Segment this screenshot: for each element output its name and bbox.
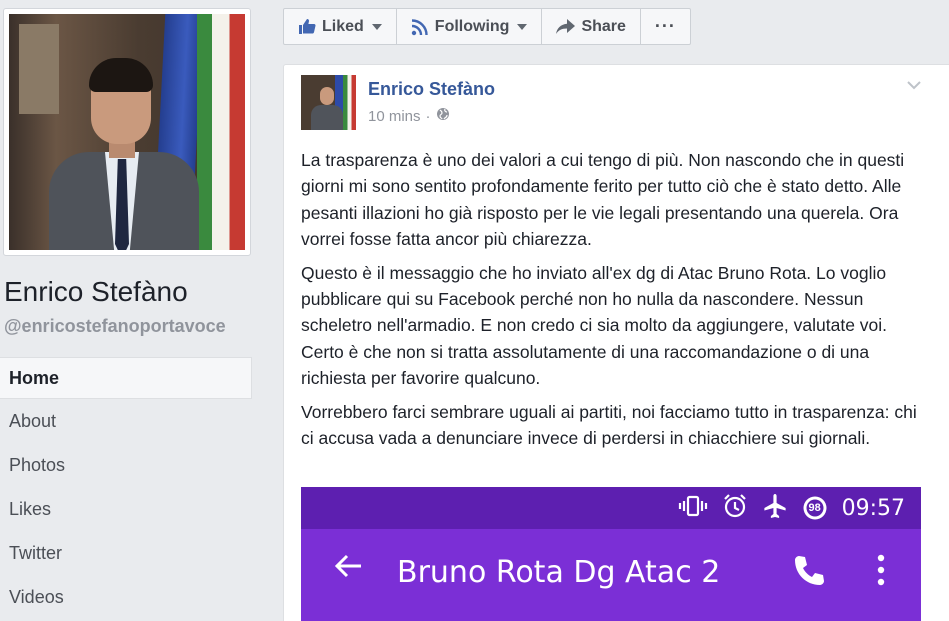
post-card: Enrico Stefàno 10 mins · La trasparenza …	[283, 64, 949, 621]
meta-separator: ·	[425, 107, 431, 125]
phone-icon	[791, 553, 827, 594]
chevron-down-icon	[517, 23, 528, 30]
post-image[interactable]: 98 09:57 Bruno Rota Dg Atac 2	[301, 487, 921, 621]
liked-button[interactable]: Liked	[284, 9, 397, 44]
page-nav: Home About Photos Likes Twitter Videos	[0, 357, 252, 619]
post-paragraph: Questo è il messaggio che ho inviato all…	[301, 262, 888, 389]
chevron-down-icon	[371, 23, 382, 30]
battery-icon: 98	[802, 495, 828, 521]
more-label: ···	[654, 16, 676, 36]
page-handle[interactable]: @enricostefanoportavoce	[4, 316, 226, 337]
post-author-avatar[interactable]	[301, 75, 356, 130]
back-arrow-icon	[333, 551, 363, 586]
following-button[interactable]: Following	[397, 9, 543, 44]
battery-level: 98	[808, 502, 821, 514]
post-paragraph: Vorrebbero farci sembrare uguali ai part…	[301, 401, 917, 449]
following-label: Following	[434, 17, 510, 35]
contact-name: Bruno Rota Dg Atac 2	[397, 555, 721, 590]
airplane-icon	[762, 493, 788, 524]
profile-picture[interactable]	[9, 14, 245, 250]
post-meta: 10 mins ·	[368, 107, 450, 125]
share-label: Share	[581, 17, 626, 35]
alarm-icon	[722, 493, 748, 524]
rss-icon	[411, 18, 429, 36]
thumbs-up-icon	[298, 18, 316, 35]
chevron-down-icon[interactable]	[907, 77, 921, 91]
more-button[interactable]: ···	[641, 9, 690, 44]
nav-item-twitter[interactable]: Twitter	[0, 531, 252, 575]
share-arrow-icon	[556, 18, 576, 35]
nav-item-about[interactable]: About	[0, 399, 252, 443]
nav-item-videos[interactable]: Videos	[0, 575, 252, 619]
nav-item-photos[interactable]: Photos	[0, 443, 252, 487]
phone-app-bar: Bruno Rota Dg Atac 2	[301, 529, 921, 621]
post-body: La trasparenza è uno dei valori a cui te…	[301, 147, 931, 458]
share-button[interactable]: Share	[542, 9, 641, 44]
page-title[interactable]: Enrico Stefàno	[4, 276, 188, 308]
status-time: 09:57	[841, 495, 905, 521]
globe-icon[interactable]	[436, 107, 450, 125]
post-timestamp[interactable]: 10 mins	[368, 108, 421, 125]
profile-picture-frame[interactable]	[3, 8, 251, 256]
phone-status-bar: 98 09:57	[301, 487, 921, 529]
nav-item-likes[interactable]: Likes	[0, 487, 252, 531]
vibrate-icon	[678, 495, 708, 522]
post-paragraph: La trasparenza è uno dei valori a cui te…	[301, 150, 905, 250]
liked-label: Liked	[322, 17, 364, 35]
post-author-name[interactable]: Enrico Stefàno	[368, 79, 495, 100]
kebab-menu-icon	[875, 553, 887, 592]
page-action-bar: Liked Following Share ···	[283, 8, 691, 45]
nav-item-home[interactable]: Home	[0, 357, 252, 399]
left-column: Enrico Stefàno @enricostefanoportavoce H…	[0, 0, 266, 621]
